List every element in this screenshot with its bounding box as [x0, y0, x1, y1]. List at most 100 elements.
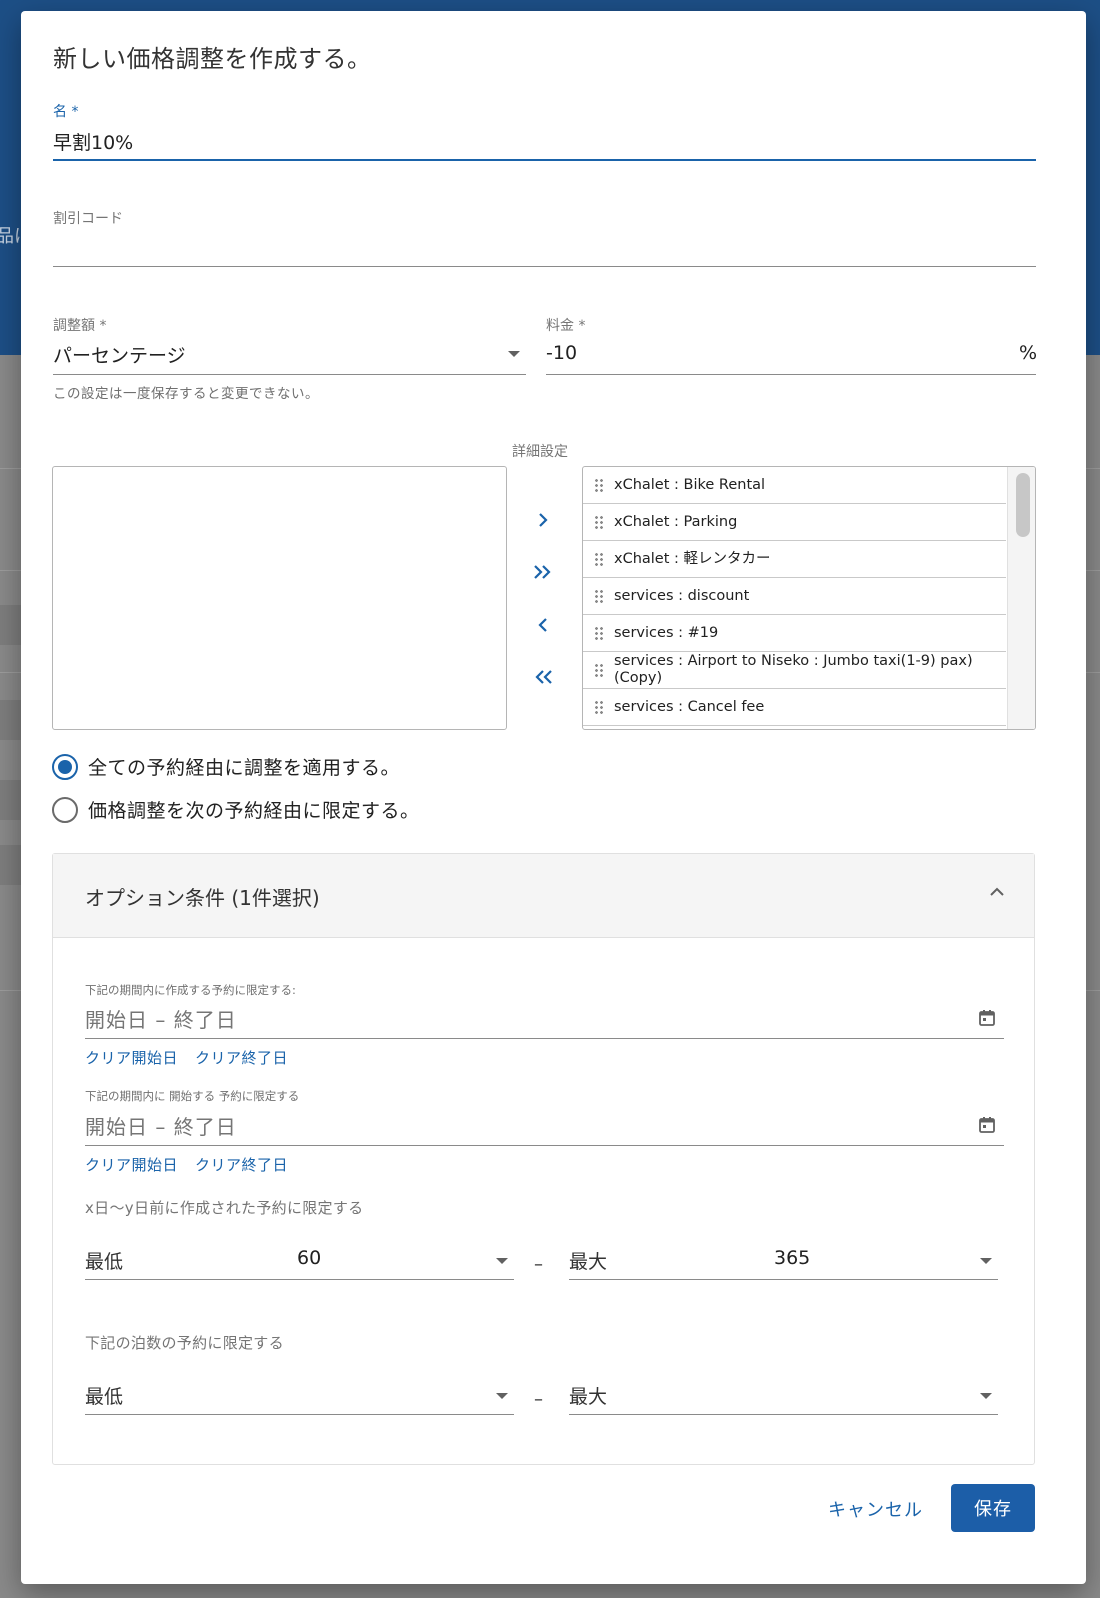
- available-items-list[interactable]: [52, 466, 507, 730]
- start-clear-end-link[interactable]: クリア終了日: [195, 1154, 288, 1175]
- list-item[interactable]: xChalet : Bike Rental: [583, 467, 1006, 504]
- radio-limit-channels[interactable]: 価格調整を次の予約経由に限定する。: [52, 796, 420, 823]
- dialog-title: 新しい価格調整を作成する。: [53, 45, 372, 73]
- list-item[interactable]: services : discount: [583, 578, 1006, 615]
- drag-handle-icon[interactable]: [594, 552, 604, 566]
- range-separator: –: [534, 1389, 543, 1410]
- double-chevron-left-icon: [535, 670, 552, 684]
- nights-min-underline: [85, 1414, 514, 1415]
- range-separator: –: [534, 1254, 543, 1275]
- list-item-label: services : discount: [614, 587, 750, 604]
- chevron-down-icon: [496, 1393, 508, 1399]
- move-left-button[interactable]: [523, 605, 563, 645]
- radio-apply-all-label: 全ての予約経由に調整を適用する。: [88, 757, 401, 779]
- start-clear-start-link[interactable]: クリア開始日: [85, 1154, 178, 1175]
- list-item-label: xChalet : Bike Rental: [614, 476, 766, 493]
- days-before-label: x日〜y日前に作成された予約に限定する: [85, 1199, 364, 1217]
- discount-code-label: 割引コード: [53, 211, 123, 227]
- days-before-max-value: 365: [774, 1247, 811, 1269]
- adjustment-type-select[interactable]: パーセンテージ: [53, 341, 526, 371]
- nights-min-label: 最低: [85, 1386, 124, 1408]
- chevron-left-icon: [538, 618, 547, 632]
- chevron-up-icon[interactable]: [989, 886, 1005, 898]
- name-field[interactable]: 早割10%: [53, 128, 133, 155]
- list-item-label: xChalet : 軽レンタカー: [614, 550, 771, 567]
- save-button[interactable]: 保存: [951, 1484, 1035, 1532]
- chevron-down-icon: [980, 1393, 992, 1399]
- adjustment-type-label: 調整額 *: [53, 318, 107, 334]
- nights-min-select[interactable]: 最低: [85, 1379, 514, 1415]
- rate-label: 料金 *: [546, 318, 586, 334]
- name-field-label: 名 *: [53, 104, 79, 120]
- background-row: [0, 700, 22, 740]
- nights-max-label: 最大: [569, 1386, 608, 1408]
- days-before-min-select[interactable]: 最低 60: [85, 1244, 514, 1280]
- scrollbar-thumb[interactable]: [1016, 473, 1030, 537]
- nights-max-underline: [569, 1414, 998, 1415]
- days-before-max-underline: [569, 1279, 998, 1280]
- list-item-label: xChalet : Parking: [614, 513, 738, 530]
- nights-max-select[interactable]: 最大: [569, 1379, 998, 1415]
- optional-conditions-header[interactable]: オプション条件 (1件選択): [53, 854, 1034, 938]
- rate-suffix: %: [1019, 342, 1038, 364]
- background-row: [0, 605, 22, 645]
- list-item-label: services : Airport to Niseko : Jumbo tax…: [614, 653, 973, 686]
- chevron-right-icon: [539, 513, 548, 527]
- list-item[interactable]: xChalet : Parking: [583, 504, 1006, 541]
- list-item-label: services : Cancel fee: [614, 698, 765, 715]
- radio-apply-all[interactable]: 全ての予約経由に調整を適用する。: [52, 753, 400, 780]
- days-before-min-underline: [85, 1279, 514, 1280]
- optional-conditions-panel: オプション条件 (1件選択) 下記の期間内に作成する予約に限定する: 開始日 –…: [52, 853, 1035, 1465]
- drag-handle-icon[interactable]: [594, 626, 604, 640]
- drag-handle-icon[interactable]: [594, 515, 604, 529]
- list-item-label: services : #19: [614, 624, 719, 641]
- chevron-down-icon: [980, 1258, 992, 1264]
- radio-limit-channels-label: 価格調整を次の予約経由に限定する。: [88, 800, 420, 822]
- radio-unchecked-icon[interactable]: [52, 796, 78, 823]
- chevron-down-icon: [496, 1258, 508, 1264]
- created-date-range-input[interactable]: 開始日 – 終了日: [85, 1004, 237, 1033]
- background-row: [0, 845, 22, 885]
- list-item[interactable]: services : #19: [583, 615, 1006, 652]
- created-date-underline: [85, 1038, 1004, 1039]
- detail-settings-label: 詳細設定: [512, 444, 568, 460]
- adjustment-type-underline: [53, 374, 526, 375]
- move-all-right-button[interactable]: [523, 552, 563, 592]
- start-period-label: 下記の期間内に 開始する 予約に限定する: [85, 1089, 300, 1103]
- days-before-max-label: 最大: [569, 1251, 608, 1273]
- drag-handle-icon[interactable]: [594, 663, 604, 677]
- start-date-range-input[interactable]: 開始日 – 終了日: [85, 1111, 237, 1140]
- name-field-underline: [53, 159, 1036, 161]
- calendar-icon[interactable]: [977, 1008, 997, 1028]
- rate-underline: [546, 374, 1036, 375]
- cancel-button[interactable]: キャンセル: [828, 1496, 923, 1522]
- days-before-min-label: 最低: [85, 1251, 124, 1273]
- double-chevron-right-icon: [534, 565, 551, 579]
- move-all-left-button[interactable]: [523, 657, 563, 697]
- selected-items-list[interactable]: xChalet : Bike Rental xChalet : Parking …: [582, 466, 1036, 730]
- optional-conditions-title: オプション条件 (1件選択): [85, 886, 320, 910]
- radio-checked-icon[interactable]: [52, 753, 78, 780]
- drag-handle-icon[interactable]: [594, 700, 604, 714]
- list-item[interactable]: xChalet : 軽レンタカー: [583, 541, 1006, 578]
- nights-label: 下記の泊数の予約に限定する: [85, 1334, 284, 1352]
- created-period-label: 下記の期間内に作成する予約に限定する:: [85, 983, 296, 997]
- start-date-underline: [85, 1145, 1004, 1146]
- discount-code-field[interactable]: [53, 233, 1036, 263]
- drag-handle-icon[interactable]: [594, 478, 604, 492]
- created-clear-end-link[interactable]: クリア終了日: [195, 1047, 288, 1068]
- drag-handle-icon[interactable]: [594, 589, 604, 603]
- rate-field[interactable]: -10: [546, 342, 1006, 372]
- background-row: [0, 780, 22, 820]
- days-before-min-value: 60: [297, 1247, 322, 1269]
- created-clear-start-link[interactable]: クリア開始日: [85, 1047, 178, 1068]
- list-item[interactable]: services : Cancel fee: [583, 689, 1006, 726]
- list-item[interactable]: services : Airport to Niseko : Jumbo tax…: [583, 652, 1006, 689]
- calendar-icon[interactable]: [977, 1115, 997, 1135]
- list-scrollbar[interactable]: [1007, 467, 1035, 729]
- days-before-max-select[interactable]: 最大 365: [569, 1244, 998, 1280]
- chevron-down-icon[interactable]: [508, 351, 520, 357]
- adjustment-type-hint: この設定は一度保存すると変更できない。: [53, 386, 319, 402]
- move-right-button[interactable]: [523, 500, 563, 540]
- discount-code-underline: [53, 266, 1036, 267]
